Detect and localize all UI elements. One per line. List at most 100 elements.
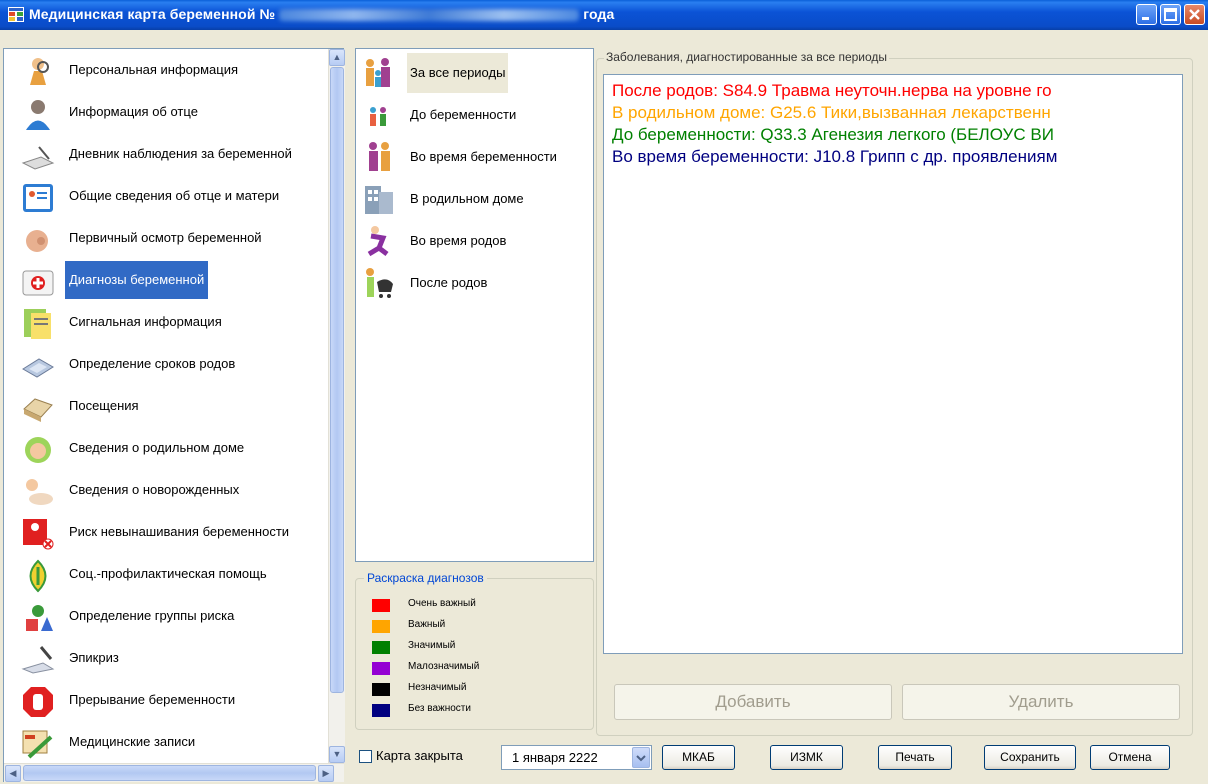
- nav-item-label: Прерывание беременности: [69, 692, 236, 707]
- period-list: За все периоды До беременности Во время бе…: [355, 48, 594, 562]
- nav-item-label: Первичный осмотр беременной: [69, 230, 262, 245]
- date-dropdown-button[interactable]: [632, 747, 650, 768]
- nav-item[interactable]: Первичный осмотр беременной: [21, 219, 321, 259]
- period-item[interactable]: Во время беременности: [360, 137, 590, 177]
- nav-item[interactable]: Сведения о родильном доме: [21, 429, 321, 469]
- chevron-down-icon: [636, 755, 646, 762]
- legend-swatch: [372, 683, 390, 696]
- baby-face-icon: [21, 433, 55, 467]
- diagnoses-group-title: Заболевания, диагностированные за все пе…: [604, 50, 890, 64]
- diagnosis-line[interactable]: Во время беременности: J10.8 Грипп с др.…: [612, 147, 1057, 167]
- nav-item[interactable]: Риск невынашивания беременности: [21, 513, 321, 553]
- nav-item[interactable]: Дневник наблюдения за беременной: [21, 135, 321, 175]
- nav-item-label: Посещения: [69, 398, 139, 413]
- nav-item[interactable]: Персональная информация: [21, 51, 321, 91]
- newborn-icon: [21, 475, 55, 509]
- maximize-icon: [1164, 8, 1177, 21]
- nav-item[interactable]: Определение сроков родов: [21, 345, 321, 385]
- legend-title: Раскраска диагнозов: [364, 571, 487, 585]
- stop-hand-icon: [21, 685, 55, 719]
- period-item[interactable]: Во время родов: [360, 221, 590, 261]
- window-title-prefix: Медицинская карта беременной №: [29, 6, 276, 22]
- scroll-left-button[interactable]: ◀: [5, 765, 21, 782]
- period-item[interactable]: За все периоды: [360, 53, 590, 93]
- save-button[interactable]: Сохранить: [984, 745, 1076, 770]
- nav-item[interactable]: Информация об отце: [21, 93, 321, 133]
- diagnosis-line[interactable]: До беременности: Q33.3 Агенезия легкого …: [612, 125, 1054, 145]
- nav-item[interactable]: Соц.-профилактическая помощь: [21, 555, 321, 595]
- nav-item-label: Эпикриз: [69, 650, 119, 665]
- nav-item[interactable]: Сигнальная информация: [21, 303, 321, 343]
- diagnoses-list[interactable]: После родов: S84.9 Травма неуточн.нерва …: [603, 74, 1183, 654]
- title-bar: Медицинская карта беременной № года: [0, 0, 1208, 30]
- period-item-label: Во время родов: [410, 233, 507, 248]
- scroll-down-button[interactable]: ▼: [329, 746, 345, 763]
- date-picker[interactable]: 1 января 2222: [501, 745, 652, 770]
- period-item[interactable]: В родильном доме: [360, 179, 590, 219]
- father-icon: [21, 97, 55, 131]
- contact-card-icon: [21, 181, 55, 215]
- scroll-up-button[interactable]: ▲: [329, 49, 345, 66]
- mkab-button[interactable]: МКАБ: [662, 745, 735, 770]
- period-item[interactable]: После родов: [360, 263, 590, 303]
- nav-item-label: Общие сведения об отце и матери: [69, 188, 280, 203]
- app-icon: [8, 7, 24, 22]
- couple-icon: [360, 98, 400, 132]
- nav-item[interactable]: Медицинские записи: [21, 723, 321, 763]
- person-icon: [21, 55, 55, 89]
- period-item-label: После родов: [410, 275, 488, 290]
- izmk-button[interactable]: ИЗМК: [770, 745, 843, 770]
- nav-item-label: Сигнальная информация: [69, 314, 222, 329]
- delete-diagnosis-button[interactable]: Удалить: [902, 684, 1180, 720]
- horizontal-scroll-thumb[interactable]: [23, 765, 316, 781]
- pregnant-couple-icon: [360, 140, 400, 174]
- running-woman-icon: [360, 224, 400, 258]
- nav-vertical-scrollbar[interactable]: ▲ ▼: [328, 49, 345, 763]
- nav-item-label: Соц.-профилактическая помощь: [69, 566, 267, 581]
- legend-swatch: [372, 662, 390, 675]
- nav-item[interactable]: Общие сведения об отце и матери: [21, 177, 321, 217]
- nav-item-label: Диагнозы беременной: [65, 261, 209, 299]
- nav-item[interactable]: Эпикриз: [21, 639, 321, 679]
- add-diagnosis-button[interactable]: Добавить: [614, 684, 892, 720]
- period-item[interactable]: До беременности: [360, 95, 590, 135]
- period-item-label: Во время беременности: [410, 149, 557, 164]
- window-title: Медицинская карта беременной № года: [29, 6, 614, 22]
- nav-item-label: Риск невынашивания беременности: [69, 524, 290, 539]
- nav-item[interactable]: Посещения: [21, 387, 321, 427]
- maximize-button[interactable]: [1160, 4, 1181, 25]
- close-button[interactable]: [1184, 4, 1205, 25]
- close-icon: [1189, 9, 1200, 20]
- legend-label: Значимый: [408, 640, 456, 651]
- notes-icon: [21, 307, 55, 341]
- legend-swatch: [372, 620, 390, 633]
- mother-stroller-icon: [360, 266, 400, 300]
- section-nav-list: Персональная информация Информация об отц…: [3, 48, 345, 782]
- hospital-building-icon: [360, 182, 400, 216]
- risk-icon: [21, 517, 55, 551]
- legend-label: Без важности: [408, 703, 471, 714]
- nav-horizontal-scrollbar[interactable]: ◀ ▶: [4, 763, 344, 782]
- diagnosis-line[interactable]: После родов: S84.9 Травма неуточн.нерва …: [612, 81, 1052, 101]
- minimize-button[interactable]: [1136, 4, 1157, 25]
- scroll-right-button[interactable]: ▶: [318, 765, 334, 782]
- nav-item-label: Медицинские записи: [69, 734, 196, 749]
- legend-swatch: [372, 704, 390, 717]
- nav-item[interactable]: Определение группы риска: [21, 597, 321, 637]
- legend-label: Малозначимый: [408, 661, 480, 672]
- card-closed-checkbox[interactable]: [359, 750, 372, 763]
- diagnosis-line[interactable]: В родильном доме: G25.6 Тики,вызванная л…: [612, 103, 1051, 123]
- print-button[interactable]: Печать: [878, 745, 952, 770]
- nav-item-label: Определение сроков родов: [69, 356, 236, 371]
- period-item-label: В родильном доме: [410, 191, 524, 206]
- nav-item[interactable]: Диагнозы беременной: [21, 261, 321, 301]
- cancel-button[interactable]: Отмена: [1090, 745, 1170, 770]
- legend-swatch: [372, 599, 390, 612]
- nav-item[interactable]: Прерывание беременности: [21, 681, 321, 721]
- period-item-label: До беременности: [410, 107, 517, 122]
- scroll-thumb[interactable]: [330, 67, 344, 693]
- nav-item-label: Информация об отце: [69, 104, 198, 119]
- window-title-suffix: года: [583, 6, 615, 22]
- legend-swatch: [372, 641, 390, 654]
- nav-item[interactable]: Сведения о новорожденных: [21, 471, 321, 511]
